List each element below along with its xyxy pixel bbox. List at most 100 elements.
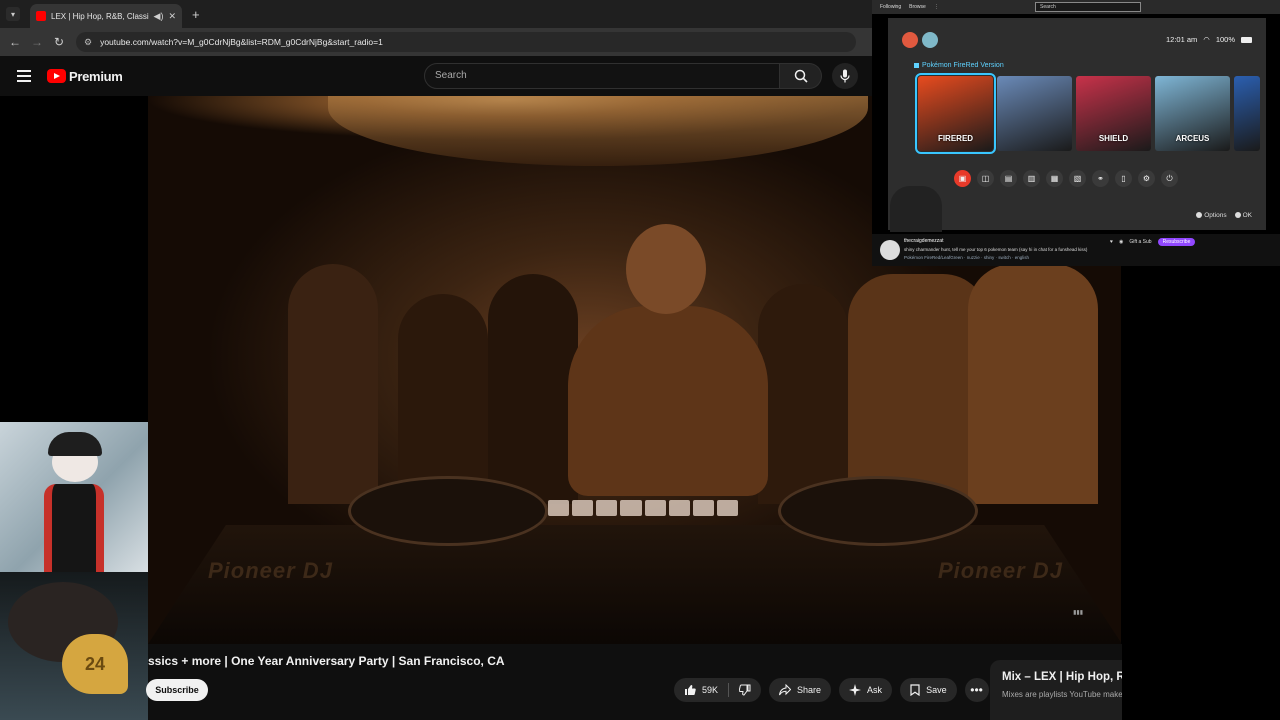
notification-icon[interactable]: ◉	[1119, 239, 1123, 245]
more-horizontal-icon: •••	[970, 683, 983, 697]
search-input[interactable]: Search	[424, 63, 780, 89]
mixer-pads	[548, 500, 738, 516]
switch-home-screen: 12:01 am ◠ 100% Pokémon FireRed Version …	[888, 18, 1266, 230]
ask-label: Ask	[867, 685, 883, 695]
link-icon[interactable]: ⚭	[1092, 170, 1109, 187]
tab-title: LEX | Hip Hop, R&B, Classic	[51, 11, 149, 21]
youtube-play-logo-icon	[47, 69, 66, 83]
ask-button[interactable]: Ask	[839, 678, 893, 702]
clock: 12:01 am	[1165, 35, 1198, 44]
crowd-person	[758, 284, 848, 504]
resubscribe-button[interactable]: Resubscribe	[1157, 238, 1196, 246]
game-tile[interactable]	[1234, 76, 1260, 151]
new-tab-icon[interactable]: +	[192, 7, 200, 22]
wifi-icon: ◠	[1203, 35, 1210, 44]
menu-following[interactable]: Following	[880, 4, 901, 10]
options-hint: Options	[1196, 212, 1227, 219]
gallery-icon[interactable]: ▦	[1046, 170, 1063, 187]
subscribe-button[interactable]: Subscribe	[146, 679, 208, 701]
channel-avatar[interactable]	[880, 240, 900, 260]
omnibox[interactable]: ⚙ youtube.com/watch?v=M_g0CdrNjBg&list=R…	[76, 32, 856, 52]
user-avatars	[902, 32, 938, 48]
forward-arrow-icon[interactable]: →	[26, 35, 48, 49]
thumbs-up-icon	[685, 685, 696, 695]
video-actions: 59K Share Ask Save •••	[674, 678, 989, 702]
deck-brand-right: Pioneer DJ	[938, 558, 1063, 583]
youtube-favicon-icon	[36, 11, 46, 21]
eshop-icon[interactable]: ◫	[977, 170, 994, 187]
turntable-left	[348, 476, 548, 546]
turntable-right	[778, 476, 978, 546]
share-button[interactable]: Share	[769, 678, 832, 702]
save-label: Save	[926, 685, 947, 695]
ok-hint: OK	[1234, 212, 1252, 219]
user-avatar[interactable]	[902, 32, 918, 48]
dislike-button[interactable]	[729, 684, 761, 696]
jersey-number: 24	[84, 653, 106, 674]
video-watermark: ▮▮▮	[1073, 610, 1083, 616]
search-button[interactable]	[780, 63, 822, 89]
youtube-logo[interactable]: Premium	[47, 69, 123, 84]
sparkle-icon	[849, 684, 862, 696]
like-count: 59K	[702, 685, 719, 695]
back-arrow-icon[interactable]: ←	[4, 35, 26, 49]
stream-title: shiny charmander hunt, tell me your top …	[904, 247, 1088, 252]
switch-bottom-hints: Options OK	[1196, 212, 1252, 219]
voice-search-button[interactable]	[832, 63, 858, 89]
browser-address-bar: ← → ↻ ⚙ youtube.com/watch?v=M_g0CdrNjBg&…	[0, 28, 872, 56]
switch-menu-icons: ▣ ◫ ▤ ▥ ▦ ▧ ⚭ ▯ ⚙ ⏻	[954, 170, 1178, 187]
stream-info-bar: thecraigdemezzat shiny charmander hunt, …	[872, 234, 1280, 266]
site-info-icon[interactable]: ⚙	[84, 37, 92, 48]
share-label: Share	[797, 685, 822, 695]
logo-premium-text: Premium	[69, 68, 123, 84]
share-icon	[779, 684, 792, 696]
crowd-person	[398, 294, 488, 504]
game-marker-icon	[914, 63, 919, 68]
game-tile-arceus[interactable]: ARCEUS	[1155, 76, 1230, 151]
controllers-icon[interactable]: ▧	[1069, 170, 1086, 187]
status-area: 12:01 am ◠ 100%	[1166, 35, 1252, 44]
crowd-person	[848, 274, 988, 504]
url-text: youtube.com/watch?v=M_g0CdrNjBg&list=RDM…	[100, 37, 383, 47]
tab-close-icon[interactable]: ✕	[168, 11, 176, 22]
twitch-top-bar: Following Browse ⋮ Search	[872, 0, 1280, 14]
news-icon[interactable]: ▣	[954, 170, 971, 187]
tab-search-menu-icon[interactable]: ▾	[6, 7, 20, 21]
reload-icon[interactable]: ↻	[48, 35, 70, 49]
user-avatar[interactable]	[922, 32, 938, 48]
like-button[interactable]: 59K	[674, 684, 728, 696]
vtuber-avatar-image	[0, 422, 148, 572]
browser-tab-bar: ▾ LEX | Hip Hop, R&B, Classic ◀) ✕ +	[0, 0, 872, 28]
power-icon[interactable]: ⏻	[1161, 170, 1178, 187]
settings-gear-icon[interactable]: ⚙	[1138, 170, 1155, 187]
save-button[interactable]: Save	[900, 678, 957, 702]
tab-audio-icon[interactable]: ◀)	[154, 11, 164, 22]
game-tiles: FIRERED SHIELD ARCEUS	[915, 73, 1260, 154]
channel-name[interactable]: thecraigdemezzat	[904, 238, 943, 244]
gift-sub-button[interactable]: Gift a Sub	[1129, 239, 1151, 245]
more-actions-button[interactable]: •••	[964, 678, 989, 702]
twitch-search-input[interactable]: Search	[1035, 2, 1141, 12]
more-vertical-icon[interactable]: ⋮	[934, 4, 939, 10]
game-tile-firered[interactable]: FIRERED	[915, 73, 996, 154]
browser-tab-active[interactable]: LEX | Hip Hop, R&B, Classic ◀) ✕	[30, 4, 182, 28]
search-bar: Search	[424, 63, 858, 89]
crowd-person	[968, 264, 1098, 504]
stream-tags[interactable]: Pokémon FireRed/LeafGreen · nuzzie · shi…	[904, 255, 1029, 260]
game-tile[interactable]	[997, 76, 1072, 151]
menu-browse[interactable]: Browse	[909, 4, 926, 10]
phone-icon[interactable]: ▯	[1115, 170, 1132, 187]
game-tile-shield[interactable]: SHIELD	[1076, 76, 1151, 151]
avatar-beanie	[48, 432, 102, 456]
crowd-person	[288, 264, 378, 504]
album-icon[interactable]: ▤	[1000, 170, 1017, 187]
youtube-header: Premium Search	[0, 56, 872, 96]
deck-brand-left: Pioneer DJ	[208, 558, 333, 583]
selected-game-title: Pokémon FireRed Version	[914, 62, 1004, 69]
bookmark-icon	[910, 684, 920, 696]
hamburger-menu-icon[interactable]	[17, 70, 31, 82]
bag-icon[interactable]: ▥	[1023, 170, 1040, 187]
search-icon	[794, 69, 808, 83]
jersey-heart-graphic: 24	[62, 634, 128, 694]
heart-follow-icon[interactable]: ♥	[1110, 239, 1113, 245]
